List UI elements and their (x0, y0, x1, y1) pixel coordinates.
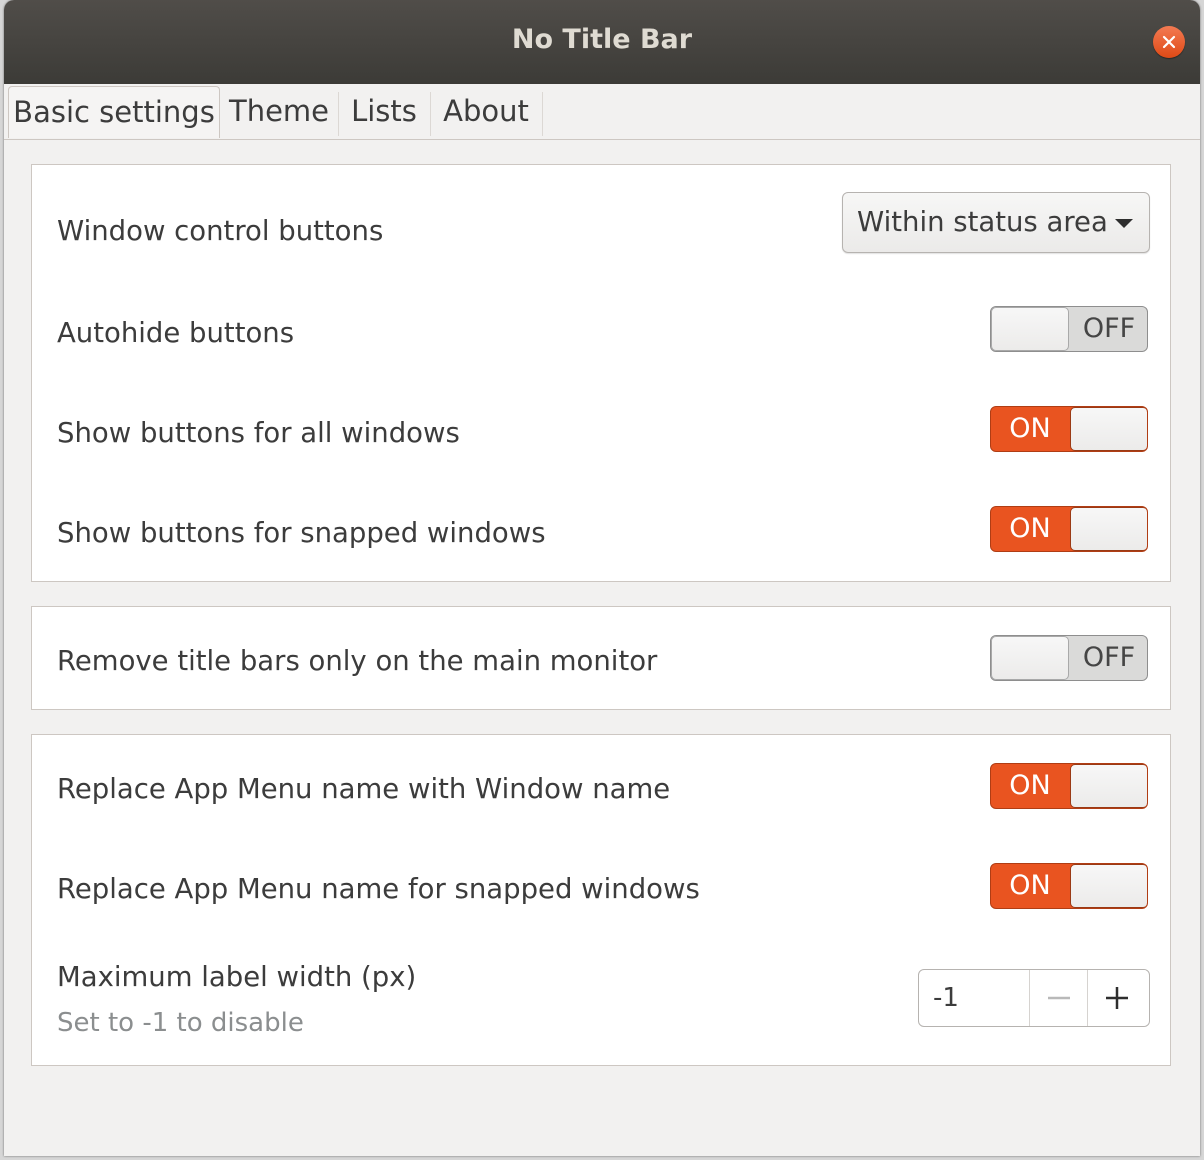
switch-knob (991, 307, 1069, 351)
replace-app-menu-window-name-switch[interactable]: ON (990, 763, 1148, 809)
switch-knob (1070, 864, 1147, 908)
switch-state-text: ON (1009, 513, 1051, 544)
show-buttons-all-windows-switch[interactable]: ON (990, 406, 1148, 452)
window-control-buttons-label: Window control buttons (57, 215, 384, 247)
basic-settings-page: Window control buttons Within status are… (4, 140, 1200, 1156)
switch-state-text: ON (1009, 413, 1051, 444)
autohide-buttons-switch[interactable]: OFF (990, 306, 1148, 352)
buttons-settings-frame: Window control buttons Within status are… (31, 164, 1171, 582)
replace-app-menu-snapped-switch[interactable]: ON (990, 863, 1148, 909)
tab-separator (338, 92, 339, 136)
close-icon (1162, 35, 1176, 49)
switch-state-text: OFF (1082, 642, 1136, 673)
monitor-settings-frame: Remove title bars only on the main monit… (31, 606, 1171, 710)
maximum-label-width-spinbutton[interactable]: -1 (918, 969, 1150, 1027)
window-control-buttons-dropdown[interactable]: Within status area (842, 192, 1150, 253)
title-bar[interactable]: No Title Bar (4, 0, 1200, 84)
switch-knob (1070, 507, 1147, 551)
replace-app-menu-window-name-label: Replace App Menu name with Window name (57, 773, 671, 805)
tab-separator (430, 92, 431, 136)
switch-knob (1070, 764, 1147, 808)
preferences-window: No Title Bar Basic settings Theme Lists … (4, 0, 1200, 1156)
remove-title-bars-main-monitor-switch[interactable]: OFF (990, 635, 1148, 681)
maximum-label-width-label: Maximum label width (px) (57, 961, 417, 993)
increment-button[interactable] (1087, 970, 1146, 1026)
remove-title-bars-main-monitor-label: Remove title bars only on the main monit… (57, 645, 658, 677)
chevron-down-icon (1115, 219, 1133, 228)
tab-separator (542, 92, 543, 136)
dropdown-selected-value: Within status area (857, 206, 1108, 238)
window-title: No Title Bar (511, 24, 693, 55)
minus-icon (1048, 996, 1070, 1000)
plus-icon (1106, 987, 1128, 1009)
switch-knob (1070, 407, 1147, 451)
tab-lists[interactable]: Lists (340, 86, 428, 136)
close-button[interactable] (1153, 26, 1185, 58)
tab-about[interactable]: About (432, 86, 540, 136)
show-buttons-snapped-windows-label: Show buttons for snapped windows (57, 517, 546, 549)
tab-basic-settings[interactable]: Basic settings (8, 86, 220, 138)
switch-state-text: OFF (1082, 313, 1136, 344)
autohide-buttons-label: Autohide buttons (57, 317, 295, 349)
decrement-button[interactable] (1029, 970, 1088, 1026)
switch-knob (991, 636, 1069, 680)
replace-app-menu-snapped-label: Replace App Menu name for snapped window… (57, 873, 700, 905)
spin-value[interactable]: -1 (933, 970, 959, 1026)
maximum-label-width-hint: Set to -1 to disable (57, 1008, 304, 1038)
app-menu-settings-frame: Replace App Menu name with Window name O… (31, 734, 1171, 1066)
show-buttons-all-windows-label: Show buttons for all windows (57, 417, 460, 449)
show-buttons-snapped-windows-switch[interactable]: ON (990, 506, 1148, 552)
switch-state-text: ON (1009, 770, 1051, 801)
tab-theme[interactable]: Theme (222, 86, 336, 136)
switch-state-text: ON (1009, 870, 1051, 901)
